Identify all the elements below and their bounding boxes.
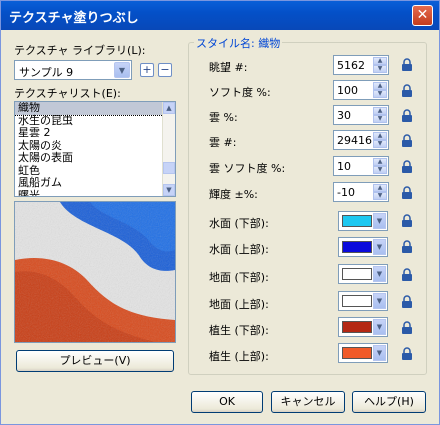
lock-icon[interactable] xyxy=(400,186,414,200)
color-picker[interactable]: ▼ xyxy=(338,211,388,231)
lock-icon[interactable] xyxy=(400,321,414,335)
lock-icon[interactable] xyxy=(400,160,414,174)
library-value: サンプル 9 xyxy=(19,66,74,79)
cancel-button[interactable]: キャンセル xyxy=(271,391,345,413)
color-picker[interactable]: ▼ xyxy=(338,317,388,337)
param-value: 100 xyxy=(337,84,358,97)
param-label: 眺望 #: xyxy=(209,61,248,74)
param-value: 10 xyxy=(337,160,351,173)
texture-preview xyxy=(14,201,176,343)
spin-down-icon[interactable]: ▼ xyxy=(373,140,387,148)
color-label: 植生 (上部): xyxy=(209,350,269,363)
color-swatch xyxy=(342,215,372,227)
style-name-title: スタイル名: 織物 xyxy=(194,35,283,51)
library-label: テクスチャ ライブラリ(L): xyxy=(14,44,146,57)
texture-fill-dialog: テクスチャ塗りつぶし ✕ テクスチャ ライブラリ(L): サンプル 9 ▼ + … xyxy=(0,0,440,425)
chevron-down-icon[interactable]: ▼ xyxy=(373,319,386,335)
scroll-up-icon[interactable]: ▲ xyxy=(163,102,175,114)
list-scrollbar[interactable]: ▲ ▼ xyxy=(162,102,175,196)
lock-icon[interactable] xyxy=(400,295,414,309)
add-library-button[interactable]: + xyxy=(140,63,154,77)
spin-up-icon[interactable]: ▲ xyxy=(373,57,387,65)
spin-up-icon[interactable]: ▲ xyxy=(373,82,387,90)
spin-up-icon[interactable]: ▲ xyxy=(373,107,387,115)
param-spinner[interactable]: 30 ▲ ▼ xyxy=(333,105,389,125)
window-title: テクスチャ塗りつぶし xyxy=(9,11,139,26)
color-swatch xyxy=(342,295,372,307)
param-value: -10 xyxy=(337,186,355,199)
param-label: 雲 ソフト度 %: xyxy=(209,162,286,175)
chevron-down-icon[interactable]: ▼ xyxy=(373,345,386,361)
title-bar[interactable]: テクスチャ塗りつぶし ✕ xyxy=(1,1,439,30)
close-button[interactable]: ✕ xyxy=(412,5,433,26)
color-label: 水面 (下部): xyxy=(209,217,269,230)
ok-button[interactable]: OK xyxy=(191,391,263,413)
chevron-down-icon[interactable]: ▼ xyxy=(373,266,386,282)
list-item[interactable]: 曙光 xyxy=(15,189,175,196)
texture-list[interactable]: 織物 水生の昆虫 星雲 2 太陽の炎 太陽の表面 虹色 風船ガム 曙光 ▲ ▼ xyxy=(14,101,176,197)
spin-up-icon[interactable]: ▲ xyxy=(373,184,387,192)
color-picker[interactable]: ▼ xyxy=(338,343,388,363)
color-swatch xyxy=(342,347,372,359)
param-value: 30 xyxy=(337,109,351,122)
plus-icon: + xyxy=(142,63,152,76)
lock-icon[interactable] xyxy=(400,109,414,123)
lock-icon[interactable] xyxy=(400,84,414,98)
color-label: 地面 (上部): xyxy=(209,298,269,311)
color-label: 水面 (上部): xyxy=(209,243,269,256)
param-label: 輝度 ±%: xyxy=(209,188,258,201)
param-value: 5162 xyxy=(337,59,365,72)
minus-icon: − xyxy=(160,63,170,76)
spin-down-icon[interactable]: ▼ xyxy=(373,90,387,98)
spin-down-icon[interactable]: ▼ xyxy=(373,166,387,174)
param-spinner[interactable]: 10 ▲ ▼ xyxy=(333,156,389,176)
spin-down-icon[interactable]: ▼ xyxy=(373,115,387,123)
lock-icon[interactable] xyxy=(400,268,414,282)
param-spinner[interactable]: -10 ▲ ▼ xyxy=(333,182,389,202)
lock-icon[interactable] xyxy=(400,58,414,72)
lock-icon[interactable] xyxy=(400,134,414,148)
scroll-down-icon[interactable]: ▼ xyxy=(163,184,175,196)
help-button[interactable]: ヘルプ(H) xyxy=(352,391,426,413)
spin-down-icon[interactable]: ▼ xyxy=(373,192,387,200)
param-spinner[interactable]: 29416 ▲ ▼ xyxy=(333,130,389,150)
chevron-down-icon[interactable]: ▼ xyxy=(373,239,386,255)
param-label: 雲 %: xyxy=(209,111,238,124)
preview-button[interactable]: プレビュー(V) xyxy=(16,350,174,372)
color-picker[interactable]: ▼ xyxy=(338,291,388,311)
color-swatch xyxy=(342,268,372,280)
lock-icon[interactable] xyxy=(400,214,414,228)
spin-up-icon[interactable]: ▲ xyxy=(373,158,387,166)
param-label: 雲 #: xyxy=(209,136,237,149)
chevron-down-icon[interactable]: ▼ xyxy=(114,62,130,78)
param-spinner[interactable]: 5162 ▲ ▼ xyxy=(333,55,389,75)
color-label: 植生 (下部): xyxy=(209,324,269,337)
spin-down-icon[interactable]: ▼ xyxy=(373,65,387,73)
lock-icon[interactable] xyxy=(400,347,414,361)
param-label: ソフト度 %: xyxy=(209,86,271,99)
chevron-down-icon[interactable]: ▼ xyxy=(373,213,386,229)
library-select[interactable]: サンプル 9 ▼ xyxy=(14,60,132,80)
list-item[interactable]: 風船ガム xyxy=(15,177,175,190)
spin-up-icon[interactable]: ▲ xyxy=(373,132,387,140)
chevron-down-icon[interactable]: ▼ xyxy=(373,293,386,309)
lock-icon[interactable] xyxy=(400,240,414,254)
list-item[interactable]: 太陽の表面 xyxy=(15,152,175,165)
list-item[interactable]: 織物 xyxy=(15,102,175,116)
scroll-thumb[interactable] xyxy=(163,162,175,174)
texture-list-label: テクスチャリスト(E): xyxy=(14,87,121,100)
color-picker[interactable]: ▼ xyxy=(338,264,388,284)
color-swatch xyxy=(342,321,372,333)
list-item[interactable]: 星雲 2 xyxy=(15,127,175,140)
color-swatch xyxy=(342,241,372,253)
param-spinner[interactable]: 100 ▲ ▼ xyxy=(333,80,389,100)
param-value: 29416 xyxy=(337,134,372,147)
color-picker[interactable]: ▼ xyxy=(338,237,388,257)
color-label: 地面 (下部): xyxy=(209,271,269,284)
texture-preview-image xyxy=(15,202,175,342)
remove-library-button[interactable]: − xyxy=(158,63,172,77)
